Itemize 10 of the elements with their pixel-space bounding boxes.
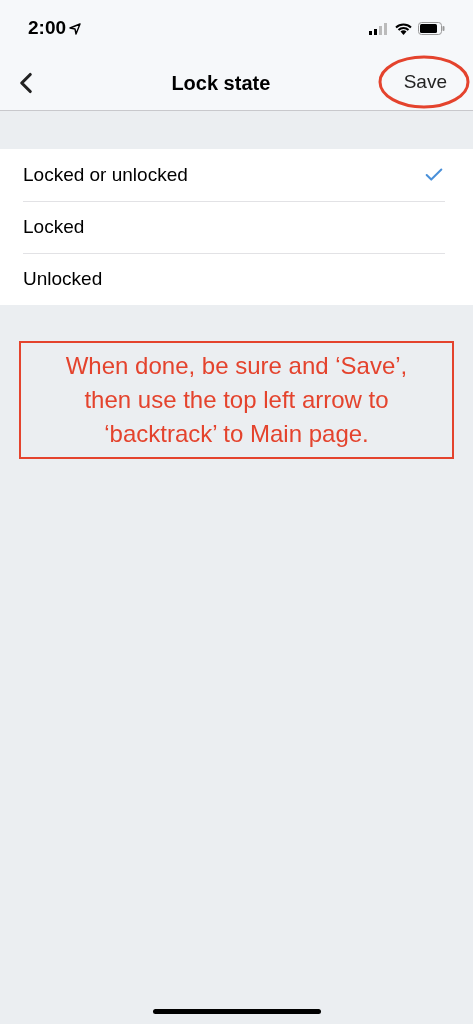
- location-arrow-icon: [69, 22, 82, 35]
- battery-icon: [418, 22, 445, 35]
- status-time: 2:00: [28, 16, 67, 41]
- annotation-text: When done, be sure and ‘Save’, then use the top left arrow to ‘backtrack’ to Main page.: [64, 351, 409, 449]
- option-label: Locked: [23, 215, 85, 240]
- option-label: Unlocked: [23, 267, 103, 292]
- wifi-icon: [395, 22, 412, 35]
- signal-icon: [369, 22, 389, 35]
- option-label: Locked or unlocked: [23, 162, 188, 187]
- page-title: Lock state: [171, 70, 271, 96]
